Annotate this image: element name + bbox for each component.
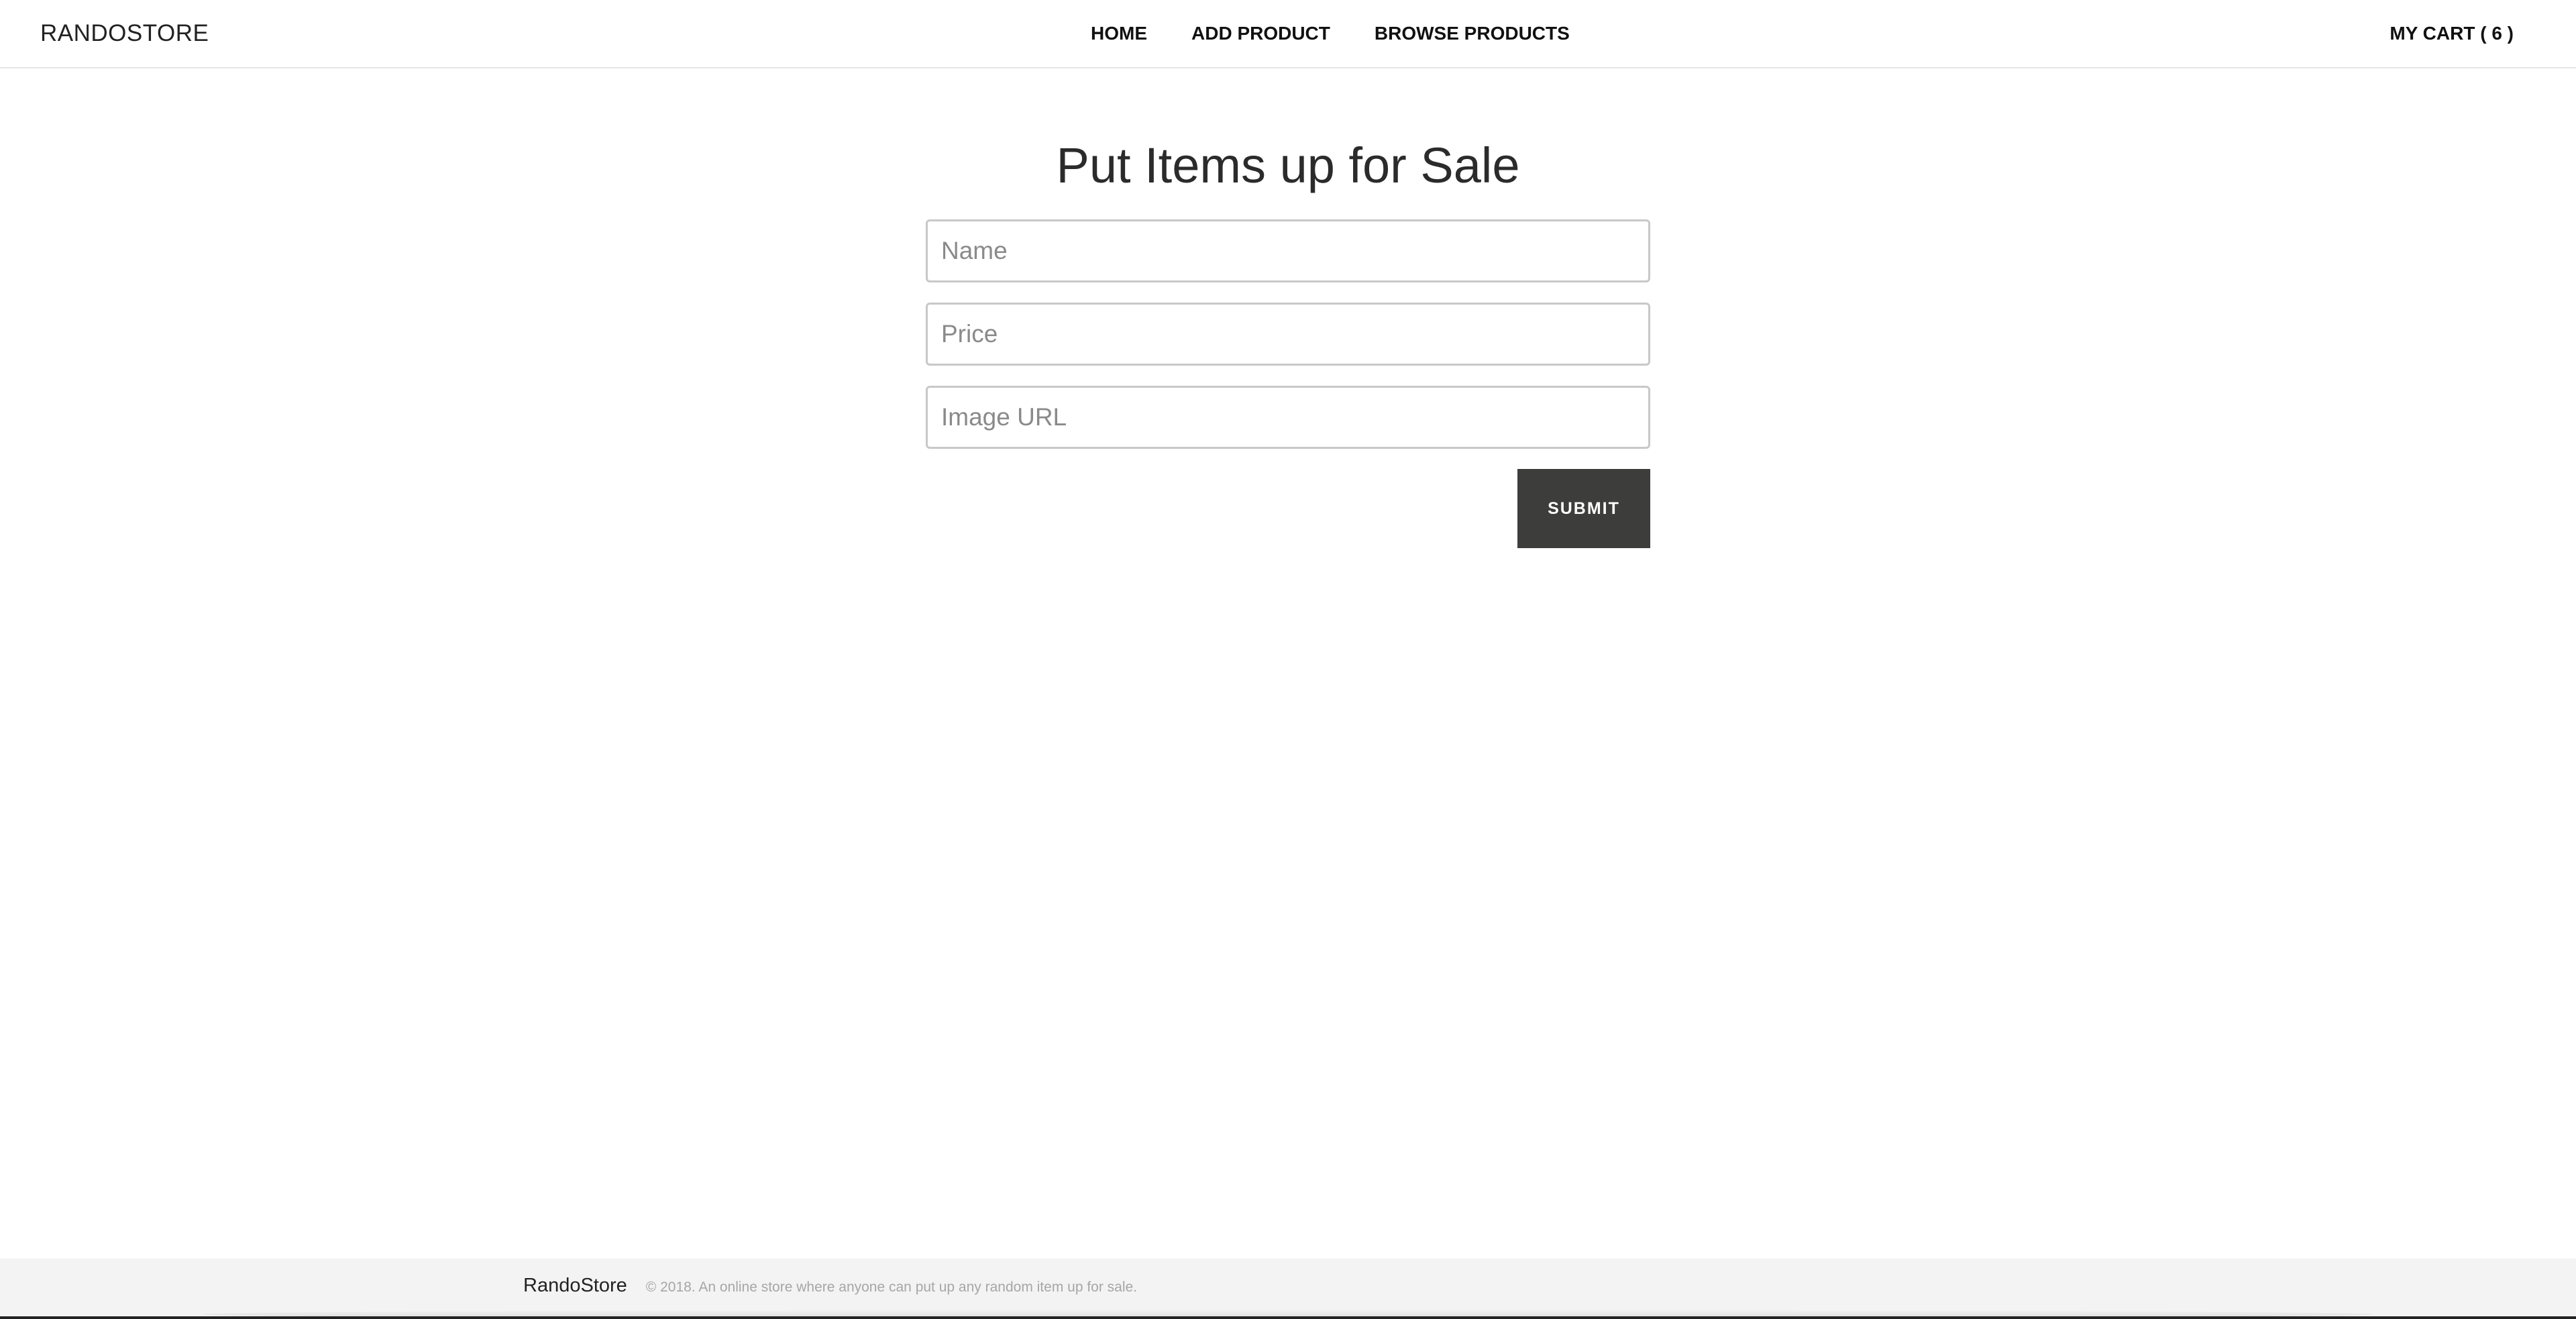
nav-home-link[interactable]: HOME — [1091, 20, 1147, 47]
page: RANDOSTORE HOME ADD PRODUCT BROWSE PRODU… — [0, 0, 2576, 1319]
footer-brand: RandoStore — [523, 1275, 627, 1296]
nav-browse-products-link[interactable]: BROWSE PRODUCTS — [1375, 20, 1570, 47]
price-input[interactable] — [926, 303, 1650, 366]
footer: RandoStore © 2018. An online store where… — [0, 1259, 2576, 1319]
name-input[interactable] — [926, 219, 1650, 282]
add-product-form: SUBMIT — [926, 219, 1650, 548]
submit-button[interactable]: SUBMIT — [1517, 469, 1650, 548]
nav-add-product-link[interactable]: ADD PRODUCT — [1191, 20, 1330, 47]
my-cart-link[interactable]: MY CART ( 6 ) — [2390, 20, 2514, 47]
bottom-edge — [0, 1316, 2576, 1319]
navbar: RANDOSTORE HOME ADD PRODUCT BROWSE PRODU… — [0, 0, 2576, 68]
submit-row: SUBMIT — [926, 469, 1650, 548]
footer-copyright: © 2018. An online store where anyone can… — [645, 1279, 1138, 1295]
brand-logo-link[interactable]: RANDOSTORE — [40, 17, 209, 50]
page-title: Put Items up for Sale — [1056, 138, 1520, 193]
image-url-input[interactable] — [926, 386, 1650, 449]
main-nav: HOME ADD PRODUCT BROWSE PRODUCTS — [1091, 20, 1570, 47]
footer-content: RandoStore © 2018. An online store where… — [523, 1275, 1137, 1297]
